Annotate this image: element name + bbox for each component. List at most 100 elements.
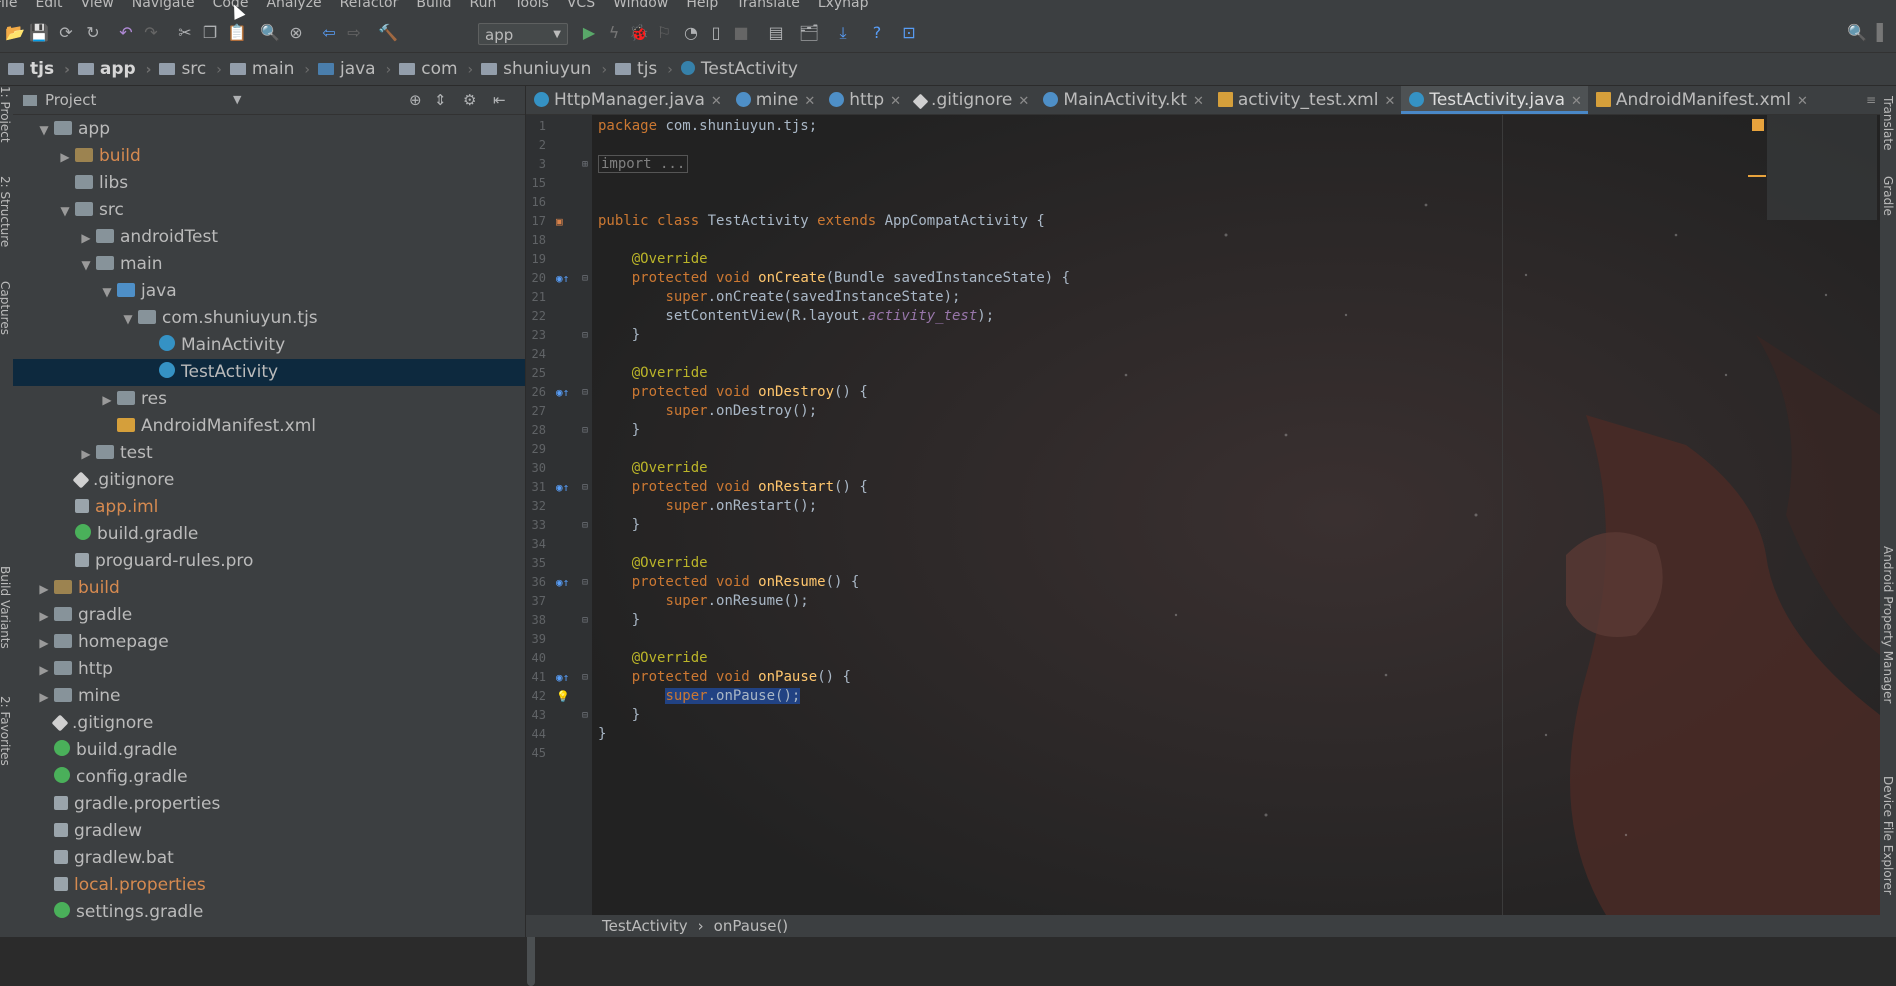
override-icon[interactable]: ◉↑ [556, 668, 569, 687]
menu-item[interactable]: Help [686, 0, 718, 10]
run-config-select[interactable]: app ▼ [478, 23, 568, 45]
tool-window-tab[interactable]: 2: Structure [0, 176, 12, 247]
code-line[interactable]: 29 [526, 440, 1880, 459]
cut-icon[interactable]: ✂ [174, 22, 196, 44]
sync-icon[interactable]: ⟳ [55, 22, 77, 44]
fold-icon[interactable]: ⊟ [582, 478, 588, 497]
tree-node[interactable]: build.gradle [13, 521, 525, 548]
code-line[interactable]: 17 ▣ public class TestActivity extends App… [526, 212, 1880, 231]
code-line[interactable]: 15 [526, 174, 1880, 193]
tree-node[interactable]: ▶ homepage [13, 629, 525, 656]
tree-node[interactable]: ▶ http [13, 656, 525, 683]
tree-node[interactable]: ▶ build [13, 575, 525, 602]
code-line[interactable]: 41 ◉↑ ⊟ protected void onPause() { [526, 668, 1880, 687]
save-all-icon[interactable]: 💾 [28, 22, 50, 44]
menu-item[interactable]: Build [416, 0, 451, 10]
tree-node[interactable]: build.gradle [13, 737, 525, 764]
gear-icon[interactable]: ⚙ [463, 86, 476, 114]
sdk-manager-icon[interactable]: ⤓ [832, 22, 854, 44]
editor-tab[interactable]: activity_test.xml ✕ [1210, 86, 1401, 114]
menu-item[interactable]: Translate [736, 0, 800, 10]
tool-window-tab[interactable]: 1: Project [0, 86, 12, 143]
profile-icon[interactable]: ◔ [680, 22, 702, 44]
editor-tab[interactable]: MainActivity.kt ✕ [1035, 86, 1210, 114]
breadcrumb-item[interactable]: TestActivity [680, 53, 798, 85]
tree-node[interactable]: app.iml [13, 494, 525, 521]
chevron-down-icon[interactable]: ▼ [34, 117, 54, 144]
tree-node[interactable]: MainActivity [13, 332, 525, 359]
status-method[interactable]: onPause() [714, 917, 789, 935]
warning-marker[interactable] [1752, 119, 1764, 131]
tool-window-tab[interactable]: Build Variants [0, 566, 12, 649]
override-icon[interactable]: ◉↑ [556, 383, 569, 402]
code-line[interactable]: 18 [526, 231, 1880, 250]
breadcrumb-item[interactable]: com › [399, 53, 473, 86]
breadcrumb-item[interactable]: src › [159, 53, 222, 86]
tree-node[interactable]: ▶ res [13, 386, 525, 413]
status-class[interactable]: TestActivity [602, 917, 688, 935]
undo-icon[interactable]: ↶ [115, 22, 137, 44]
chevron-right-icon[interactable]: ▶ [34, 684, 54, 711]
code-line[interactable]: 38 ⊟ } [526, 611, 1880, 630]
code-line[interactable]: 2 [526, 136, 1880, 155]
code-line[interactable]: 22 setContentView(R.layout.activity_test… [526, 307, 1880, 326]
tree-node[interactable]: ▼ src [13, 197, 525, 224]
apply-changes-icon[interactable]: ϟ [603, 22, 625, 44]
chevron-down-icon[interactable]: ▼ [118, 306, 138, 333]
tree-node[interactable]: ▼ main [13, 251, 525, 278]
chevron-down-icon[interactable]: ▼ [55, 198, 75, 225]
breadcrumb-item[interactable]: tjs › [8, 53, 70, 86]
menu-item[interactable]: Run [470, 0, 497, 10]
chevron-right-icon[interactable]: ▶ [34, 657, 54, 684]
menu-item[interactable]: VCS [567, 0, 595, 10]
fold-icon[interactable]: ⊟ [582, 516, 588, 535]
tree-node[interactable]: gradlew.bat [13, 845, 525, 872]
layout-icon[interactable]: ▣ [556, 212, 563, 231]
menu-item[interactable]: File [0, 0, 17, 10]
lightbulb-icon[interactable]: 💡 [556, 687, 570, 706]
editor-tab[interactable]: http ✕ [821, 86, 907, 114]
code-line[interactable]: 45 [526, 744, 1880, 763]
run-icon[interactable]: ▶ [578, 22, 600, 44]
paste-icon[interactable]: 📋 [226, 22, 248, 44]
code-editor[interactable]: 1 package com.shuniuyun.tjs; 2 3 ⊞ import ...… [526, 115, 1880, 915]
redo-icon[interactable]: ↷ [140, 22, 162, 44]
close-icon[interactable]: ✕ [1018, 94, 1029, 109]
tree-node[interactable]: gradlew [13, 818, 525, 845]
chevron-right-icon[interactable]: ▶ [97, 387, 117, 414]
tree-node[interactable]: local.properties [13, 872, 525, 899]
code-line[interactable]: 19 @Override [526, 250, 1880, 269]
close-icon[interactable]: ✕ [804, 94, 815, 109]
fold-icon[interactable]: ⊞ [582, 155, 588, 174]
layout-inspector-icon[interactable]: ⊡ [898, 22, 920, 44]
locate-icon[interactable]: ⊕ [409, 86, 422, 114]
collapse-all-icon[interactable]: ⇕ [434, 86, 447, 114]
close-icon[interactable]: ✕ [1384, 94, 1395, 109]
refresh-icon[interactable]: ↻ [82, 22, 104, 44]
scroll-marker[interactable] [1748, 175, 1766, 177]
attach-debugger-icon[interactable]: ⚐ [653, 22, 675, 44]
tree-node[interactable]: gradle.properties [13, 791, 525, 818]
code-line[interactable]: 36 ◉↑ ⊟ protected void onResume() { [526, 573, 1880, 592]
menu-item[interactable]: View [81, 0, 114, 10]
stop-icon[interactable]: ■ [730, 22, 752, 44]
chevron-down-icon[interactable]: ▼ [97, 279, 117, 306]
tab-list-icon[interactable]: ≡ [1866, 86, 1876, 114]
code-line[interactable]: 21 super.onCreate(savedInstanceState); [526, 288, 1880, 307]
tree-node[interactable]: AndroidManifest.xml [13, 413, 525, 440]
override-icon[interactable]: ◉↑ [556, 573, 569, 592]
code-line[interactable]: 43 ⊟ } [526, 706, 1880, 725]
code-line[interactable]: 1 package com.shuniuyun.tjs; [526, 117, 1880, 136]
tree-node[interactable]: proguard-rules.pro [13, 548, 525, 575]
code-line[interactable]: 37 super.onResume(); [526, 592, 1880, 611]
breadcrumb-item[interactable]: shuniuyun › [481, 53, 607, 86]
tree-node[interactable]: ▼ app [13, 116, 525, 143]
fold-icon[interactable]: ⊟ [582, 706, 588, 725]
find-icon[interactable]: 🔍 [259, 22, 281, 44]
make-project-icon[interactable]: 🔨 [377, 22, 399, 44]
menu-item[interactable]: Refactor [340, 0, 399, 10]
project-panel-title[interactable]: Project [45, 91, 96, 109]
chevron-right-icon[interactable]: ▶ [76, 441, 96, 468]
chevron-down-icon[interactable]: ▼ [233, 86, 241, 114]
code-line[interactable]: 20 ◉↑ ⊟ protected void onCreate(Bundle sav… [526, 269, 1880, 288]
